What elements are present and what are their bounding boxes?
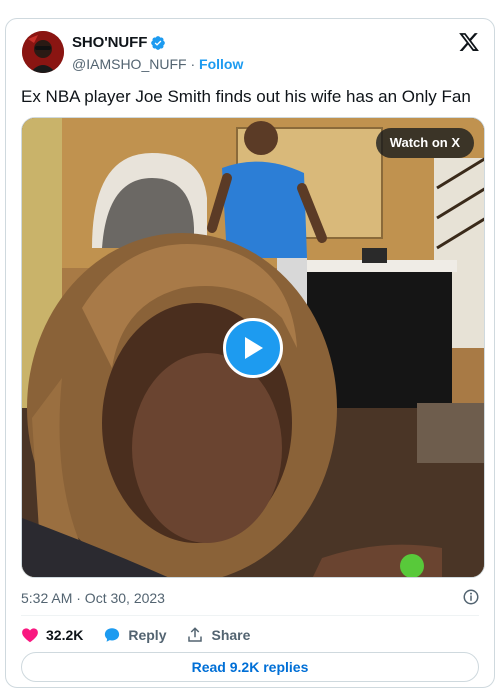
heart-icon	[22, 628, 38, 643]
watch-on-x-button[interactable]: Watch on X	[375, 128, 474, 158]
display-name[interactable]: SHO'NUFF	[72, 34, 147, 51]
read-replies-button[interactable]: Read 9.2K replies	[21, 652, 479, 682]
action-bar: 32.2K Reply Share	[21, 624, 270, 646]
tweet-card[interactable]: SHO'NUFF @IAMSHO_NUFF · Follow Ex NBA pl…	[5, 18, 495, 688]
handle-row: @IAMSHO_NUFF · Follow	[72, 56, 243, 72]
divider	[21, 615, 479, 616]
verified-badge-icon	[151, 35, 166, 50]
x-logo-icon[interactable]	[458, 31, 480, 53]
info-icon[interactable]	[462, 588, 480, 606]
video-player[interactable]: Watch on X	[21, 117, 485, 578]
share-label: Share	[211, 627, 251, 643]
like-button[interactable]: 32.2K	[21, 626, 83, 644]
like-count: 32.2K	[46, 627, 84, 643]
share-button[interactable]: Share	[186, 626, 250, 644]
play-icon	[245, 337, 263, 359]
author-name-row[interactable]: SHO'NUFF	[72, 34, 166, 51]
share-upload-icon	[188, 627, 203, 642]
author-handle[interactable]: @IAMSHO_NUFF	[72, 56, 187, 72]
reply-button[interactable]: Reply	[103, 626, 166, 644]
avatar[interactable]	[22, 31, 64, 73]
tweet-timestamp[interactable]: 5:32 AM · Oct 30, 2023	[21, 590, 165, 606]
separator-dot: ·	[190, 56, 196, 72]
follow-link[interactable]: Follow	[199, 56, 243, 72]
tweet-text: Ex NBA player Joe Smith finds out his wi…	[21, 87, 471, 106]
reply-label: Reply	[128, 627, 167, 643]
play-button[interactable]	[223, 318, 283, 378]
reply-bubble-icon	[105, 628, 120, 642]
